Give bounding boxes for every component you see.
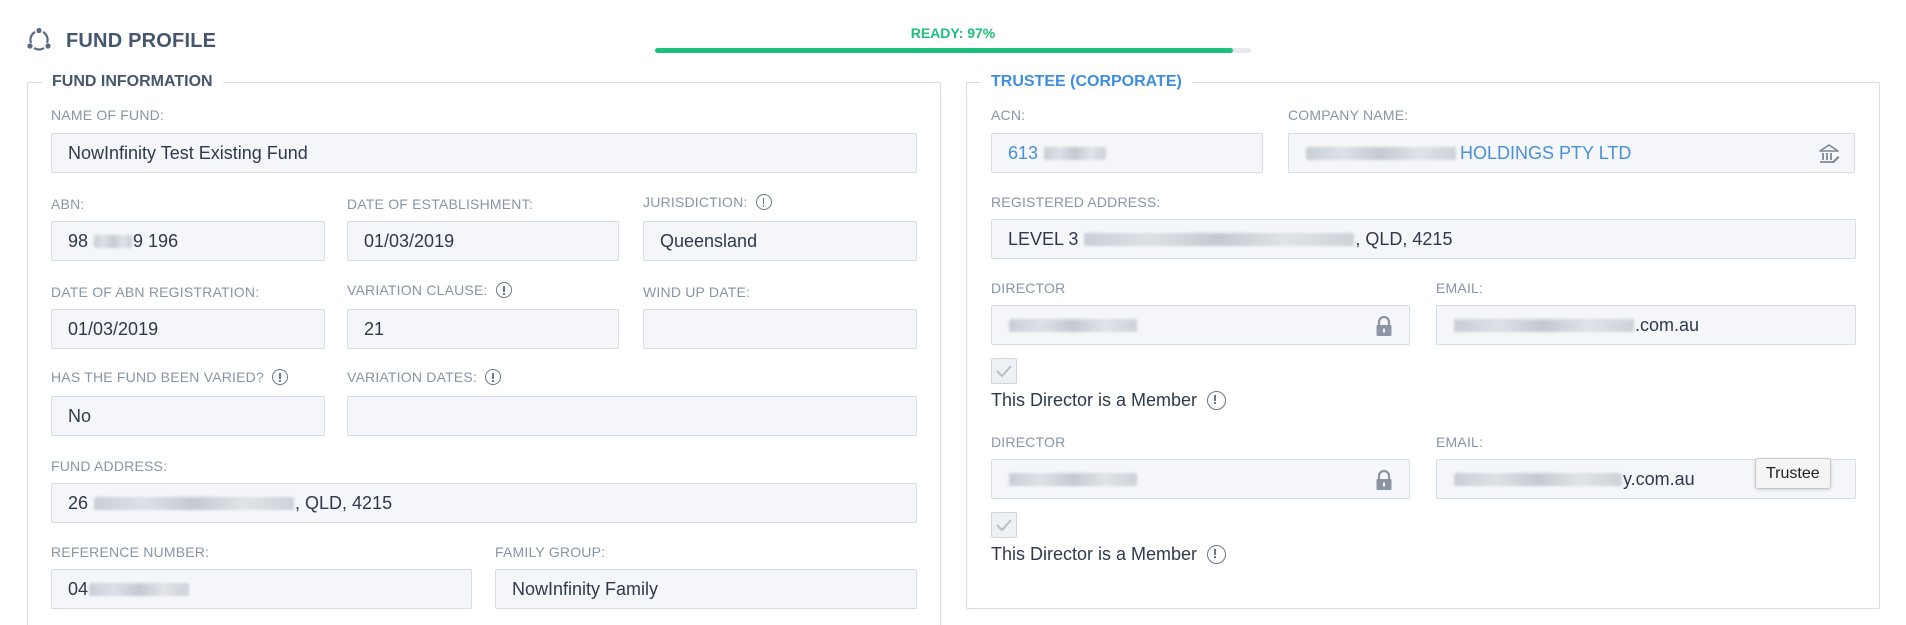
director-1-email-suffix: .com.au: [1635, 314, 1700, 335]
director-2-email-suffix: y.com.au: [1623, 468, 1695, 489]
director-2-email-label: EMAIL:: [1436, 434, 1484, 450]
director-2-member-row: This Director is a Member: [991, 544, 1227, 565]
director-1-member-checkbox[interactable]: [991, 358, 1017, 384]
director-1-email-label: EMAIL:: [1436, 280, 1484, 296]
redacted-director-2-email: [1454, 472, 1622, 486]
registered-address-label: REGISTERED ADDRESS:: [991, 194, 1161, 210]
checkmark-icon: [996, 365, 1012, 378]
acn-value-prefix: 613: [1008, 142, 1039, 163]
lock-icon: [1376, 315, 1392, 336]
registered-address-value-prefix: LEVEL 3: [1008, 228, 1079, 249]
acn-field[interactable]: 613: [991, 133, 1263, 173]
director-1-member-info-icon[interactable]: [1207, 391, 1227, 410]
bank-icon[interactable]: [1818, 143, 1840, 165]
director-1-field[interactable]: [991, 305, 1410, 345]
director-2-member-checkbox[interactable]: [991, 512, 1017, 538]
redacted-director-1-email: [1454, 318, 1634, 332]
redacted-director-2-name: [1009, 472, 1137, 486]
company-name-value-suffix: HOLDINGS PTY LTD: [1460, 142, 1632, 163]
director-2-member-info-icon[interactable]: [1207, 545, 1227, 564]
redacted-director-1-name: [1009, 318, 1137, 332]
trustee-fields: ACN: 613 COMPANY NAME: HOLDINGS PTY LTD …: [0, 0, 1906, 625]
director-1-email-field[interactable]: .com.au: [1436, 305, 1856, 345]
redacted-registered-address: [1084, 232, 1355, 246]
checkmark-icon: [996, 519, 1012, 532]
director-1-member-text: This Director is a Member: [991, 390, 1198, 410]
director-2-label: DIRECTOR: [991, 434, 1066, 450]
director-2-member-text: This Director is a Member: [991, 544, 1198, 564]
director-2-field[interactable]: [991, 459, 1410, 499]
acn-label: ACN:: [991, 107, 1026, 123]
registered-address-value-suffix: , QLD, 4215: [1355, 228, 1453, 249]
redacted-acn: [1044, 146, 1107, 160]
trustee-tooltip: Trustee: [1755, 458, 1831, 489]
director-1-member-row: This Director is a Member: [991, 390, 1227, 411]
registered-address-field[interactable]: LEVEL 3 , QLD, 4215: [991, 219, 1856, 259]
company-name-field[interactable]: HOLDINGS PTY LTD: [1288, 133, 1855, 173]
director-1-label: DIRECTOR: [991, 280, 1066, 296]
redacted-company-name: [1306, 146, 1456, 160]
company-name-label: COMPANY NAME:: [1288, 107, 1409, 123]
lock-icon: [1376, 469, 1392, 490]
